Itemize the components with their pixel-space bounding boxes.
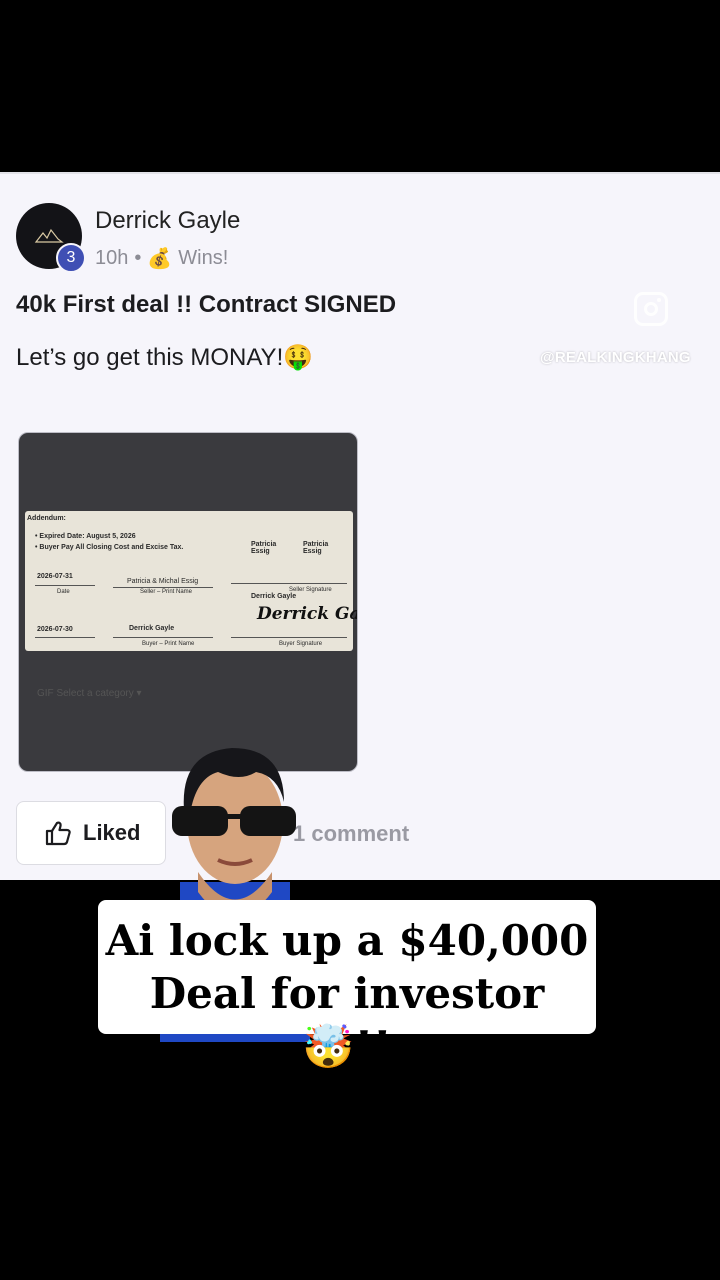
post-body: Let’s go get this MONAY!🤑 <box>16 344 314 371</box>
post-card: 3 Derrick Gayle 10h • 💰 Wins! 40k First … <box>0 172 720 880</box>
contract-document: Addendum: • Expired Date: August 5, 2026… <box>25 511 357 651</box>
doc-bullet-2: • Buyer Pay All Closing Cost and Excise … <box>35 544 184 551</box>
image-attachment[interactable]: Addendum: • Expired Date: August 5, 2026… <box>18 432 358 772</box>
meta-separator: • <box>134 247 142 269</box>
level-badge: 3 <box>56 243 86 273</box>
author-name[interactable]: Derrick Gayle <box>95 207 240 235</box>
doc-buyer-top: Derrick Gayle <box>251 593 297 600</box>
doc-seller-print: Patricia & Michal Essig <box>127 578 199 585</box>
like-label: Liked <box>83 820 141 845</box>
doc-date-2: 2026-07-30 <box>37 626 73 633</box>
like-button[interactable]: Liked <box>16 801 166 865</box>
logo-icon <box>34 228 64 243</box>
post-title: 40k First deal !! Contract SIGNED <box>16 291 397 318</box>
caption-line-1: Ai lock up a $40,000 <box>105 916 589 965</box>
post-category[interactable]: Wins! <box>178 247 228 270</box>
doc-buyer-print-label: Buyer – Print Name <box>142 641 195 647</box>
post-time: 10h <box>95 247 129 269</box>
doc-date-label: Date <box>57 589 70 595</box>
watermark: @REALKINGKHANG <box>540 349 691 366</box>
instagram-icon <box>634 292 668 326</box>
doc-bullet-1: • Expired Date: August 5, 2026 <box>35 533 136 540</box>
signature-image: Derrick Gayle <box>257 604 358 624</box>
composer-toolbar: GIF Select a category ▾ <box>37 688 142 699</box>
doc-buyer-print: Derrick Gayle <box>129 625 175 632</box>
comments-count[interactable]: 1 comment <box>293 821 409 847</box>
caption-line-2: Deal for investor 🤯!! <box>149 969 545 1071</box>
doc-date-1: 2026-07-31 <box>37 573 73 580</box>
doc-seller-1: Patricia Essig <box>251 541 277 555</box>
doc-heading: Addendum: <box>27 515 66 522</box>
doc-seller-2: Patricia Essig <box>303 541 329 555</box>
video-caption: Ai lock up a $40,000 Deal for investor 🤯… <box>98 900 596 1071</box>
money-bag-icon: 💰 <box>147 248 173 270</box>
doc-seller-print-label: Seller – Print Name <box>140 589 193 595</box>
doc-buyer-sig-label: Buyer Signature <box>279 641 323 647</box>
thumbs-up-icon <box>45 821 71 846</box>
post-meta: 10h • 💰 Wins! <box>95 246 228 271</box>
